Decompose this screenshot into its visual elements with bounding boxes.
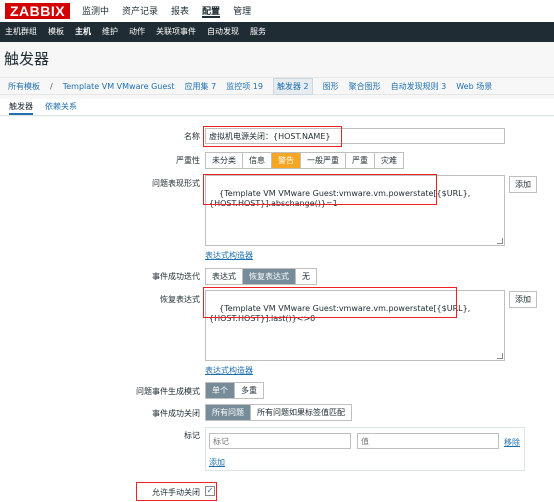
expression-label: 问题表现形式 xyxy=(152,179,200,188)
nav-monitoring[interactable]: 监测中 xyxy=(82,4,109,18)
severity-warning[interactable]: 警告 xyxy=(272,153,301,168)
ok-close-selector: 所有问题 所有问题如果标签值匹配 xyxy=(205,404,352,421)
tab-trigger[interactable]: 触发器 xyxy=(9,99,33,115)
severity-selector: 未分类 信息 警告 一般严重 严重 灾难 xyxy=(205,152,404,169)
ok-event-label: 事件成功迭代 xyxy=(152,272,200,281)
breadcrumb-web-scenarios[interactable]: Web 场景 xyxy=(456,81,492,92)
ok-event-none[interactable]: 无 xyxy=(296,269,316,284)
nav-reports[interactable]: 报表 xyxy=(171,4,189,18)
name-input[interactable]: 虚拟机电源关闭：{HOST.NAME} xyxy=(205,128,505,144)
severity-disaster[interactable]: 灾难 xyxy=(375,153,403,168)
breadcrumb-separator: / xyxy=(50,81,53,91)
resize-handle-icon[interactable] xyxy=(497,238,503,244)
ok-event-recovery-expression[interactable]: 恢复表达式 xyxy=(243,269,296,284)
recovery-text: {Template VM VMware Guest:vmware.vm.powe… xyxy=(209,304,471,323)
subnav-maintenance[interactable]: 维护 xyxy=(102,22,118,42)
expression-text: {Template VM VMware Guest:vmware.vm.powe… xyxy=(209,189,471,208)
subnav-services[interactable]: 服务 xyxy=(250,22,266,42)
manual-close-label: 允许手动关闭 xyxy=(152,488,200,497)
breadcrumb-triggers[interactable]: 触发器 2 xyxy=(272,77,313,95)
manual-close-checkbox[interactable]: ✓ xyxy=(205,486,215,496)
breadcrumb-graphs[interactable]: 图形 xyxy=(323,81,339,92)
ok-close-all[interactable]: 所有问题 xyxy=(206,405,251,420)
expression-textarea[interactable]: {Template VM VMware Guest:vmware.vm.powe… xyxy=(205,175,505,246)
ok-event-expression[interactable]: 表达式 xyxy=(206,269,243,284)
severity-not-classified[interactable]: 未分类 xyxy=(206,153,243,168)
breadcrumb-items[interactable]: 监控项 19 xyxy=(226,81,263,92)
sub-nav: 主机群组 模板 主机 维护 动作 关联项事件 自动发现 服务 xyxy=(0,22,554,42)
breadcrumb-applications[interactable]: 应用集 7 xyxy=(185,81,217,92)
breadcrumb-all-templates[interactable]: 所有模板 xyxy=(8,81,40,92)
subnav-host-groups[interactable]: 主机群组 xyxy=(5,22,37,42)
severity-label: 严重性 xyxy=(176,156,200,165)
nav-configuration[interactable]: 配置 xyxy=(202,4,221,18)
tag-name-input[interactable] xyxy=(209,433,351,449)
subnav-event-correlation[interactable]: 关联项事件 xyxy=(156,22,196,42)
breadcrumb-template[interactable]: Template VM VMware Guest xyxy=(63,82,175,91)
add-recovery-button[interactable]: 添加 xyxy=(509,291,537,308)
recovery-builder-link[interactable]: 表达式构造器 xyxy=(205,365,253,376)
gen-mode-selector: 单个 多重 xyxy=(205,382,264,399)
severity-average[interactable]: 一般严重 xyxy=(301,153,346,168)
resize-handle-icon[interactable] xyxy=(497,353,503,359)
zabbix-logo[interactable]: ZABBIX xyxy=(5,3,70,19)
remove-tag-link[interactable]: 移除 xyxy=(504,437,520,448)
ok-close-tag-match[interactable]: 所有问题如果标签值匹配 xyxy=(251,405,351,420)
main-nav: 监测中 资产记录 报表 配置 管理 xyxy=(82,4,264,18)
subnav-discovery[interactable]: 自动发现 xyxy=(207,22,239,42)
top-bar: ZABBIX 监测中 资产记录 报表 配置 管理 xyxy=(0,0,554,22)
nav-administration[interactable]: 管理 xyxy=(233,4,251,18)
trigger-form: 名称 虚拟机电源关闭：{HOST.NAME} 严重性 未分类 信息 警告 一般严… xyxy=(0,117,554,502)
gen-mode-multiple[interactable]: 多重 xyxy=(235,383,263,398)
nav-inventory[interactable]: 资产记录 xyxy=(122,4,158,18)
gen-mode-label: 问题事件生成模式 xyxy=(136,387,200,396)
ok-event-selector: 表达式 恢复表达式 无 xyxy=(205,268,317,285)
add-tag-link[interactable]: 添加 xyxy=(209,457,225,468)
ok-close-label: 事件成功关闭 xyxy=(152,409,200,418)
name-label: 名称 xyxy=(184,132,200,141)
severity-information[interactable]: 信息 xyxy=(243,153,272,168)
breadcrumb: 所有模板 / Template VM VMware Guest 应用集 7 监控… xyxy=(0,77,554,95)
page-title: 触发器 xyxy=(4,50,50,68)
recovery-label: 恢复表达式 xyxy=(160,295,200,304)
breadcrumb-screens[interactable]: 聚合图形 xyxy=(349,81,381,92)
tag-value-input[interactable] xyxy=(357,433,499,449)
subnav-hosts[interactable]: 主机 xyxy=(75,22,91,42)
gen-mode-single[interactable]: 单个 xyxy=(206,383,235,398)
subnav-templates[interactable]: 模板 xyxy=(48,22,64,42)
tags-label: 标记 xyxy=(184,431,200,440)
form-tabs: 触发器 依赖关系 xyxy=(0,99,554,116)
recovery-textarea[interactable]: {Template VM VMware Guest:vmware.vm.powe… xyxy=(205,290,505,361)
tab-dependencies[interactable]: 依赖关系 xyxy=(45,99,77,115)
expression-builder-link[interactable]: 表达式构造器 xyxy=(205,250,253,261)
subnav-actions[interactable]: 动作 xyxy=(129,22,145,42)
add-expression-button[interactable]: 添加 xyxy=(509,176,537,193)
severity-high[interactable]: 严重 xyxy=(346,153,375,168)
breadcrumb-discovery-rules[interactable]: 自动发现规则 3 xyxy=(391,81,447,92)
